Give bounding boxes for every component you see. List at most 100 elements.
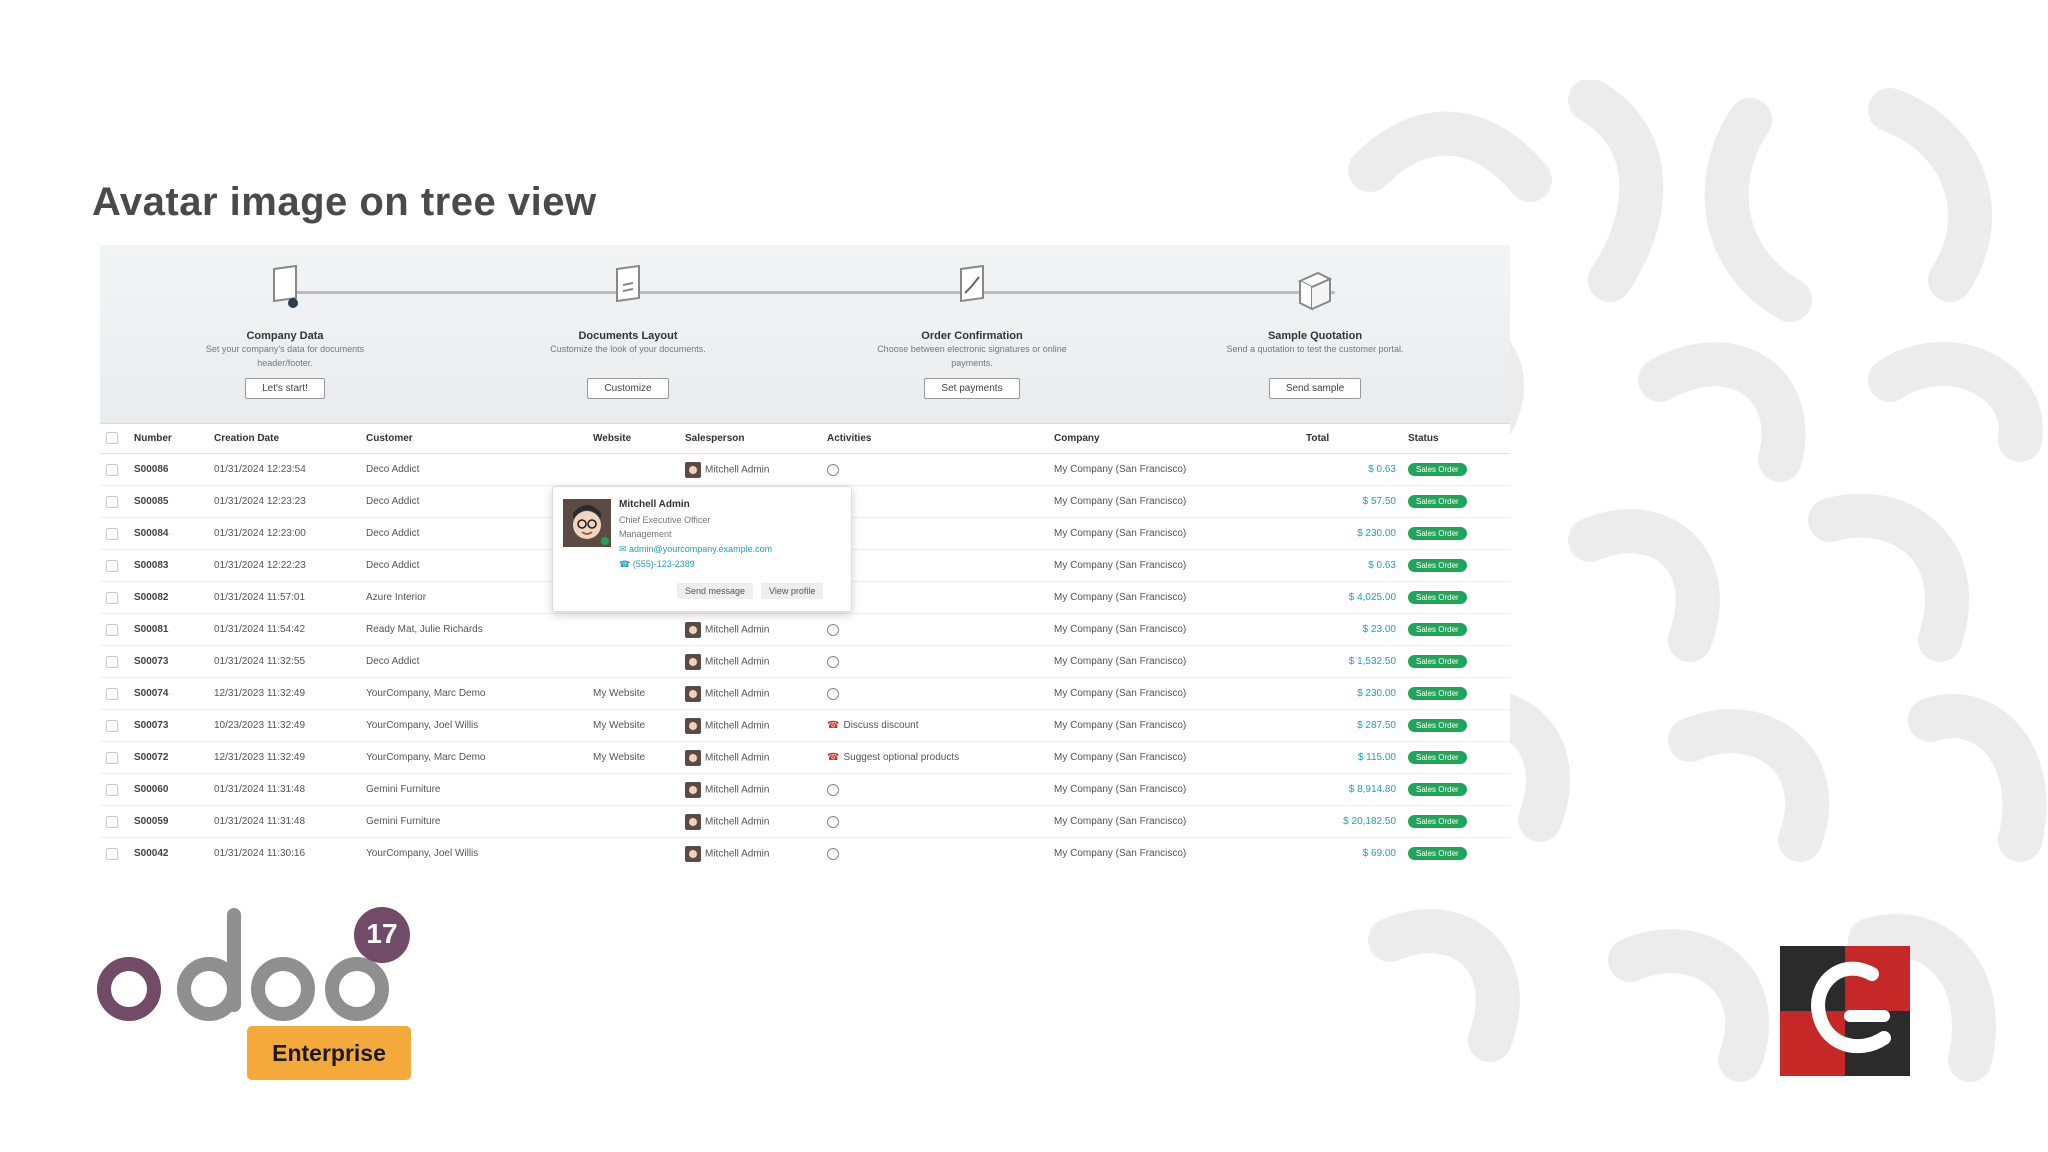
status-badge: Sales Order [1408,559,1467,572]
set-payments-button[interactable]: Set payments [924,378,1020,399]
column-creation-date[interactable]: Creation Date [208,423,360,454]
table-row[interactable]: S00072 12/31/2023 11:32:49 YourCompany, Ma… [100,741,1510,774]
row-checkbox[interactable] [100,549,128,582]
onboarding-step-order-confirmation: Order Confirmation Choose between electr… [852,264,1092,399]
status-cell: Sales Order [1402,549,1510,582]
table-row[interactable]: S00060 01/31/2024 11:31:48 Gemini Furnitur… [100,773,1510,806]
row-checkbox[interactable] [100,517,128,550]
order-number: S00081 [128,613,208,646]
order-total: $ 69.00 [1300,837,1402,865]
row-checkbox[interactable] [100,677,128,710]
clock-icon[interactable] [827,783,839,796]
phone-icon[interactable]: ☎ [827,720,839,731]
status-badge: Sales Order [1408,623,1467,636]
status-cell: Sales Order [1402,805,1510,838]
row-checkbox[interactable] [100,709,128,742]
activity-summary: Suggest optional products [843,752,960,763]
tree-view-screenshot: Company Data Set your company's data for… [100,245,1510,865]
clock-icon[interactable] [827,623,839,636]
customer-name: YourCompany, Marc Demo [360,677,587,710]
clock-icon[interactable] [827,687,839,700]
salesperson-name: Mitchell Admin [705,848,770,860]
column-total[interactable]: Total [1300,423,1402,454]
activity-cell: ☎ Discuss discount [821,709,1048,742]
activity-cell [821,645,1048,678]
customer-name: YourCompany, Joel Willis [360,709,587,742]
row-checkbox[interactable] [100,645,128,678]
step-title: Sample Quotation [1267,330,1363,342]
email-text: admin@yourcompany.example.com [629,544,773,554]
customer-name: Gemini Furniture [360,805,587,838]
salesperson-name: Mitchell Admin [705,688,770,700]
column-salesperson[interactable]: Salesperson [679,423,821,454]
salesperson-name: Mitchell Admin [705,624,770,636]
customize-button[interactable]: Customize [587,378,669,399]
activity-cell [821,485,1048,518]
creation-date: 01/31/2024 11:31:48 [208,773,360,806]
salesperson-avatar[interactable] [685,813,701,830]
row-checkbox[interactable] [100,837,128,865]
salesperson-cell: Mitchell Admin [679,613,821,646]
table-row[interactable]: S00086 01/31/2024 12:23:54 Deco Addict Mitc… [100,453,1510,486]
salesperson-avatar[interactable] [685,845,701,862]
order-number: S00084 [128,517,208,550]
row-checkbox[interactable] [100,741,128,774]
salesperson-avatar[interactable] [685,717,701,734]
column-status[interactable]: Status [1402,423,1510,454]
slide-title: Avatar image on tree view [92,180,597,224]
status-badge: Sales Order [1408,719,1467,732]
row-checkbox[interactable] [100,485,128,518]
status-cell: Sales Order [1402,453,1510,486]
lets-start-button[interactable]: Let's start! [245,378,325,399]
activity-cell [821,837,1048,865]
column-activities[interactable]: Activities [821,423,1048,454]
status-badge: Sales Order [1408,815,1467,828]
send-message-button[interactable]: Send message [677,583,754,599]
view-profile-button[interactable]: View profile [761,583,824,599]
order-number: S00085 [128,485,208,518]
popover-phone[interactable]: ☎ (555)-123-2389 [619,559,695,570]
envelope-icon: ✉ [619,544,630,554]
salesperson-avatar[interactable] [685,621,701,638]
salesperson-name: Mitchell Admin [705,784,770,796]
phone-icon[interactable]: ☎ [827,752,839,763]
salesperson-avatar[interactable] [685,749,701,766]
clock-icon[interactable] [827,815,839,828]
table-row[interactable]: S00081 01/31/2024 11:54:42 Ready Mat, Juli… [100,613,1510,646]
column-website[interactable]: Website [587,423,679,454]
send-sample-button[interactable]: Send sample [1268,378,1362,399]
table-row[interactable]: S00059 01/31/2024 11:31:48 Gemini Furnitur… [100,805,1510,838]
row-checkbox[interactable] [100,613,128,646]
table-row[interactable]: S00042 01/31/2024 11:30:16 YourCompany, Jo… [100,837,1510,865]
website-name: My Website [587,677,679,710]
row-checkbox[interactable] [100,453,128,486]
table-row[interactable]: S00073 01/31/2024 11:32:55 Deco Addict Mitc… [100,645,1510,678]
customer-name: Deco Addict [360,645,587,678]
order-number: S00082 [128,581,208,614]
clock-icon[interactable] [827,847,839,860]
salesperson-name: Mitchell Admin [705,656,770,668]
salesperson-avatar[interactable] [685,781,701,798]
popover-email[interactable]: ✉ admin@yourcompany.example.com [619,544,772,555]
salesperson-cell: Mitchell Admin [679,453,821,486]
row-checkbox[interactable] [100,581,128,614]
salesperson-cell: Mitchell Admin [679,837,821,865]
order-number: S00086 [128,453,208,486]
table-row[interactable]: S00073 10/23/2023 11:32:49 YourCompany, Jo… [100,709,1510,742]
select-all-checkbox[interactable] [100,423,128,454]
clock-icon[interactable] [827,655,839,668]
clock-icon[interactable] [827,463,839,476]
popover-user-name: Mitchell Admin [619,499,690,510]
salesperson-avatar[interactable] [685,461,701,478]
table-row[interactable]: S00074 12/31/2023 11:32:49 YourCompany, Ma… [100,677,1510,710]
column-company[interactable]: Company [1048,423,1300,454]
row-checkbox[interactable] [100,805,128,838]
row-checkbox[interactable] [100,773,128,806]
creation-date: 01/31/2024 11:57:01 [208,581,360,614]
order-total: $ 4,025.00 [1300,581,1402,614]
column-number[interactable]: Number [128,423,208,454]
salesperson-avatar[interactable] [685,685,701,702]
popover-department: Management [619,529,672,539]
salesperson-avatar[interactable] [685,653,701,670]
column-customer[interactable]: Customer [360,423,587,454]
